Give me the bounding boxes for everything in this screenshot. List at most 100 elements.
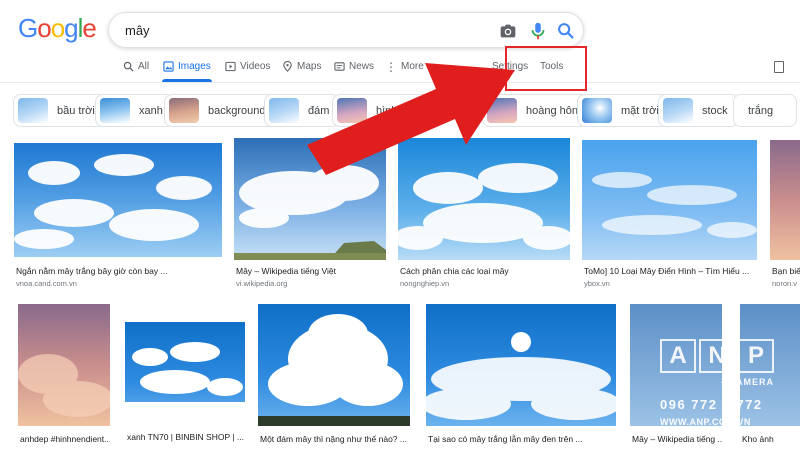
chip-label: background [208,104,266,117]
tools-highlight-box [505,46,587,91]
active-tab-indicator [162,79,212,82]
chip-stock[interactable]: stock [658,94,739,127]
chip-label: xanh [139,104,163,117]
result-caption[interactable]: ToMo] 10 Loại Mây Điển Hình – Tìm Hiểu .… [584,266,757,276]
image-icon [163,61,174,72]
image-result[interactable]: Tại sao có mây trắng lẫn mây đen trên ..… [421,304,621,450]
chip-thumbnail [487,98,517,123]
map-pin-icon [283,61,292,72]
saved-icon[interactable] [774,61,784,73]
chip-label: stock [702,104,728,117]
result-source[interactable]: vi.wikipedia.org [236,279,386,288]
logo-letter: G [18,13,38,43]
video-icon [225,61,236,72]
tab-more[interactable]: ⋮ More [385,59,424,74]
cloud-graphic [125,342,245,422]
result-caption[interactable]: Cách phân chia các loại mây [400,266,570,276]
result-thumbnail[interactable] [234,138,386,260]
result-caption[interactable]: anhdep #hinhnendient... [20,434,110,444]
chip-label: trắng [748,104,774,117]
search-input[interactable]: mây [125,23,150,38]
result-source[interactable]: vnoa.cand.com.vn [16,279,222,288]
result-thumbnail[interactable] [258,304,410,426]
chip-label: bầu trời [57,104,95,117]
tab-maps-label: Maps [297,61,322,72]
tab-images[interactable]: Images [163,61,211,72]
cloud-graphic [592,172,757,238]
image-result[interactable]: Cách phân chia các loại mây nongnghiep.v… [393,138,573,291]
chip-bau-troi[interactable]: bầu trời [13,94,106,127]
chip-label: hình ảnh [376,104,419,117]
image-result[interactable]: xanh TN70 | BINBIN SHOP | ... [125,322,245,450]
result-thumbnail[interactable] [125,322,245,422]
result-caption[interactable]: Ngắn nằm mây trắng bây giờ còn bay ... [16,266,222,276]
google-logo[interactable]: Google [18,13,97,44]
chip-thumbnail [18,98,48,123]
result-thumbnail[interactable] [582,140,757,260]
result-thumbnail[interactable] [18,304,113,426]
camera-icon[interactable] [497,20,519,42]
tab-videos[interactable]: Videos [225,61,270,72]
chip-hinh-anh[interactable]: hình ảnh [332,94,430,127]
tab-maps[interactable]: Maps [282,61,321,72]
result-thumbnail[interactable] [421,304,621,426]
chip-dam[interactable]: đám [264,94,341,127]
search-box[interactable]: mây [108,12,584,48]
image-result[interactable]: Mây – Wikipedia tiếng Việt vi.wikipedia.… [234,138,386,291]
logo-letter: o [50,13,66,43]
chip-xanh[interactable]: xanh [95,94,174,127]
more-dots-icon: ⋮ [385,59,397,74]
watermark-letter: N [699,339,735,373]
tab-videos-label: Videos [240,61,271,72]
chip-label: mặt trời [621,104,659,117]
result-caption[interactable]: Một đám mây thì nặng như thế nào? ... [260,434,410,444]
watermark-phone: 096 772 0 772 [660,397,763,412]
result-caption[interactable]: Bạn biế [772,266,800,276]
result-thumbnail[interactable] [393,138,573,260]
watermark-tagline: - CAMERA [721,377,774,387]
cloud-graphic [14,154,212,249]
watermark-letter: P [738,339,774,373]
search-tabs: All Images Videos Maps News ⋮ More Setti… [0,55,800,83]
chip-background[interactable]: background [164,94,277,127]
watermark-logo: A N P [660,339,774,373]
chip-label: hoàng hôn [526,104,578,117]
chip-thumbnail [269,98,299,123]
result-caption[interactable]: Tại sao có mây trắng lẫn mây đen trên ..… [428,434,616,444]
image-result[interactable]: ToMo] 10 Loại Mây Điển Hình – Tìm Hiểu .… [582,140,757,291]
chip-thumbnail [582,98,612,123]
cloud-graphic [393,163,573,250]
logo-letter: e [82,13,97,43]
chip-thumbnail [337,98,367,123]
news-icon [334,62,345,71]
image-result[interactable]: Ngắn nằm mây trắng bây giờ còn bay ... v… [14,143,222,291]
image-result[interactable]: Bạn biế noron.v [770,140,800,291]
chip-trang[interactable]: trắng [733,94,797,127]
cloud-graphic [258,314,410,426]
tab-all-label: All [138,61,150,72]
anp-watermark: A N P - CAMERA 096 772 0 772 WWW.ANP.COM… [652,339,780,439]
tab-all[interactable]: All [123,61,149,72]
chip-thumbnail [100,98,130,123]
image-result[interactable]: Một đám mây thì nặng như thế nào? ... [258,304,410,450]
watermark-site: WWW.ANP.COM.VN [660,417,751,427]
tab-more-label: More [401,61,424,72]
image-result[interactable]: anhdep #hinhnendient... [18,304,113,450]
chip-mat-troi[interactable]: mặt trời [577,94,670,127]
result-thumbnail[interactable] [14,143,222,257]
result-source[interactable]: nongnghiep.vn [400,279,570,288]
logo-letter: o [37,13,52,43]
result-source[interactable]: noron.v [772,279,800,288]
result-caption[interactable]: Mây – Wikipedia tiếng Việt [236,266,386,276]
related-searches-chips: bầu trời xanh background đám hình ảnh ho… [0,94,800,130]
search-icon[interactable] [555,20,577,42]
tab-news[interactable]: News [334,61,374,72]
result-caption[interactable]: xanh TN70 | BINBIN SHOP | ... [127,432,245,442]
chip-hoang-hon[interactable]: hoàng hôn [482,94,589,127]
chip-thumbnail [663,98,693,123]
watermark-letter: A [660,339,696,373]
result-thumbnail[interactable] [770,140,800,260]
microphone-icon[interactable] [527,20,549,42]
cloud-graphic [234,165,386,260]
result-source[interactable]: ybox.vn [584,279,757,288]
